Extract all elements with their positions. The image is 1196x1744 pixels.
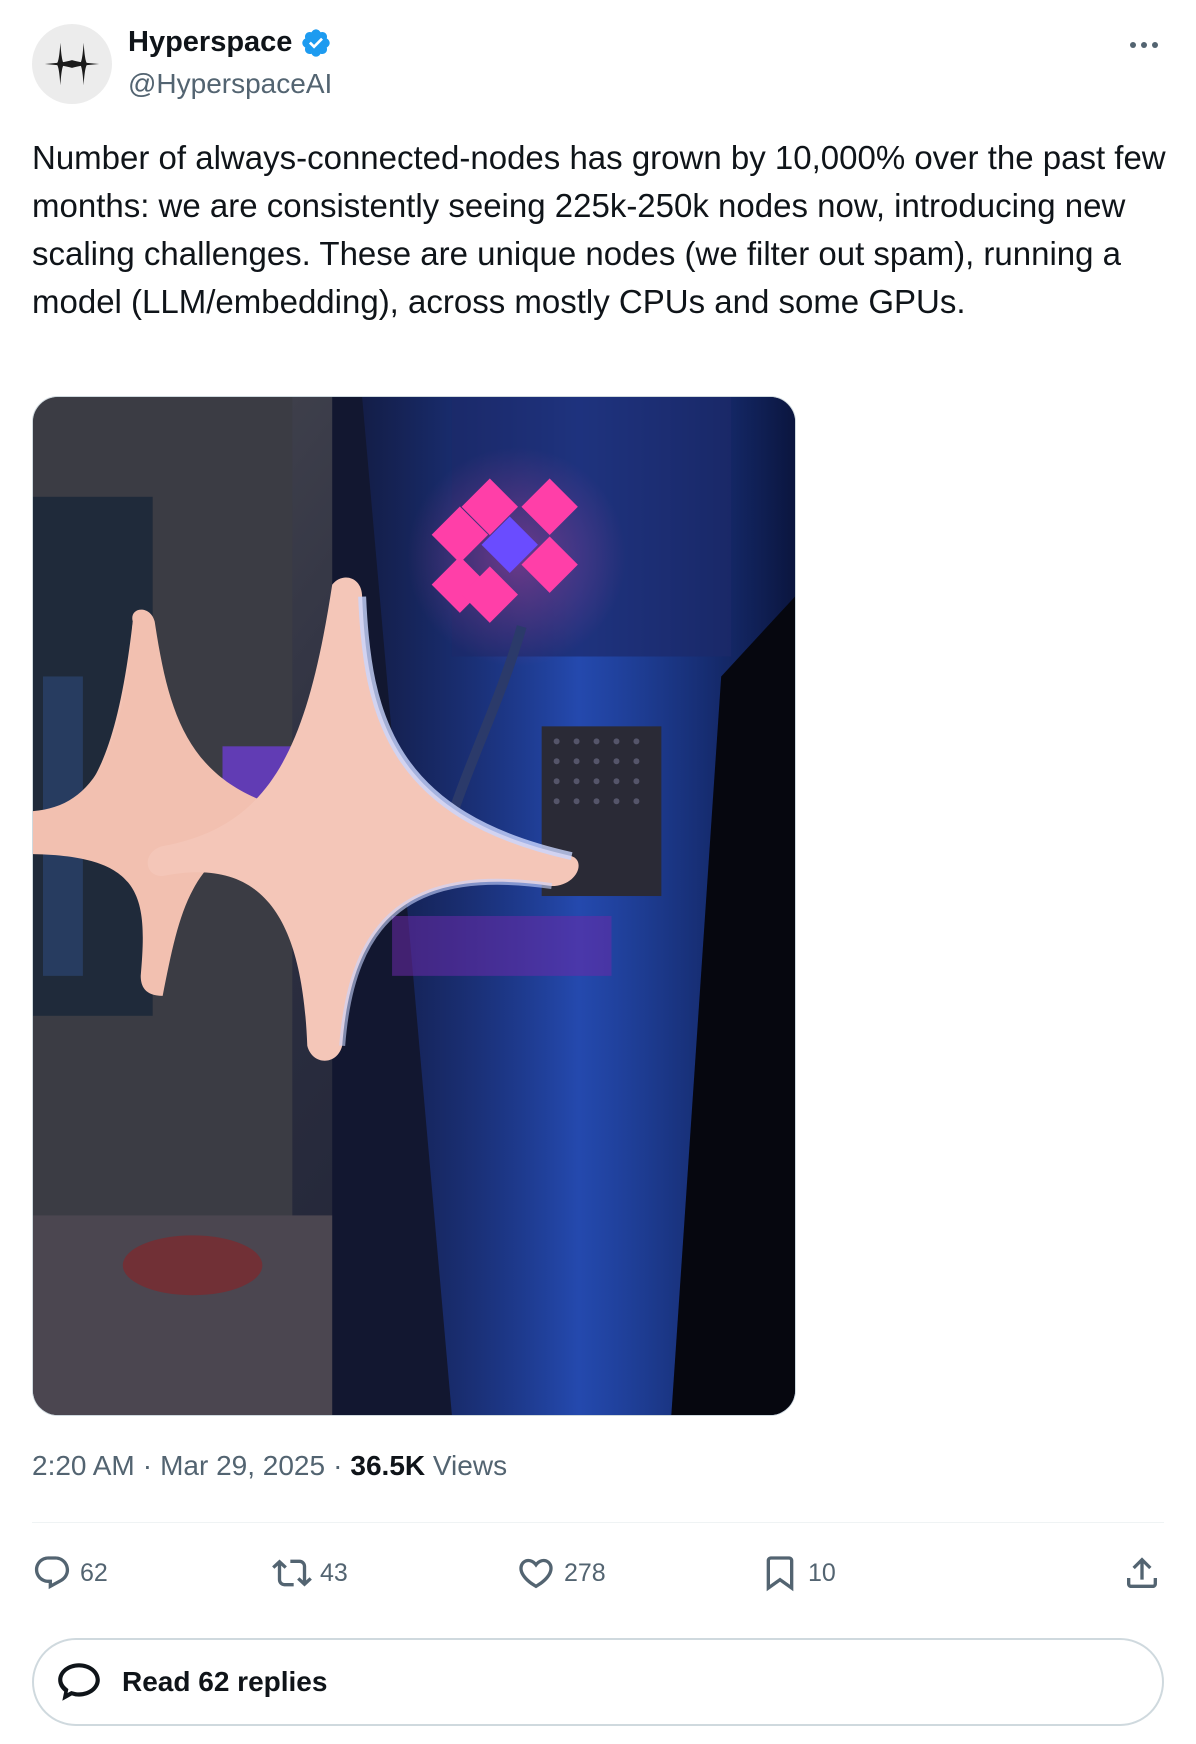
bookmark-icon — [766, 1556, 794, 1592]
speech-bubble-icon — [58, 1663, 100, 1701]
read-replies-button[interactable]: Read 62 replies — [32, 1638, 1164, 1726]
like-count: 278 — [564, 1558, 606, 1587]
tweet-meta: 2:20 AM · Mar 29, 2025 · 36.5K Views — [32, 1450, 507, 1482]
pc-case-photo — [33, 397, 795, 1415]
views-count: 36.5K — [350, 1450, 426, 1481]
views-label: Views — [432, 1450, 508, 1481]
retweet-button[interactable]: 43 — [272, 1548, 348, 1598]
tweet-date[interactable]: Mar 29, 2025 — [160, 1450, 325, 1482]
bookmark-button[interactable]: 10 — [760, 1548, 836, 1598]
share-button[interactable] — [1122, 1548, 1162, 1598]
tweet-detail: Hyperspace @HyperspaceAI Number of alway… — [0, 0, 1196, 1744]
hyperspace-logo-icon — [44, 42, 100, 86]
avatar[interactable] — [32, 24, 112, 104]
like-button[interactable]: 278 — [516, 1548, 606, 1598]
verified-badge-icon — [302, 28, 331, 57]
action-bar: 62 43 278 10 — [32, 1548, 1172, 1598]
bookmark-count: 10 — [808, 1558, 836, 1587]
share-icon — [1127, 1557, 1157, 1588]
tweet-photo[interactable] — [32, 396, 796, 1416]
tweet-time[interactable]: 2:20 AM — [32, 1450, 135, 1482]
author-name-row: Hyperspace — [128, 26, 332, 59]
read-replies-label: Read 62 replies — [122, 1666, 328, 1697]
reply-count: 62 — [80, 1558, 108, 1587]
heart-icon — [519, 1558, 553, 1589]
divider — [32, 1522, 1164, 1523]
author-handle[interactable]: @HyperspaceAI — [128, 68, 332, 100]
meta-separator-1: · — [142, 1450, 153, 1481]
reply-icon — [34, 1556, 70, 1590]
tweet-text: Number of always-connected-nodes has gro… — [32, 139, 1166, 320]
meta-separator-2: · — [333, 1450, 343, 1481]
retweet-count: 43 — [320, 1558, 348, 1587]
more-icon[interactable] — [1120, 28, 1168, 62]
reply-button[interactable]: 62 — [32, 1548, 108, 1598]
display-name[interactable]: Hyperspace — [128, 26, 292, 59]
retweet-icon — [272, 1559, 312, 1587]
